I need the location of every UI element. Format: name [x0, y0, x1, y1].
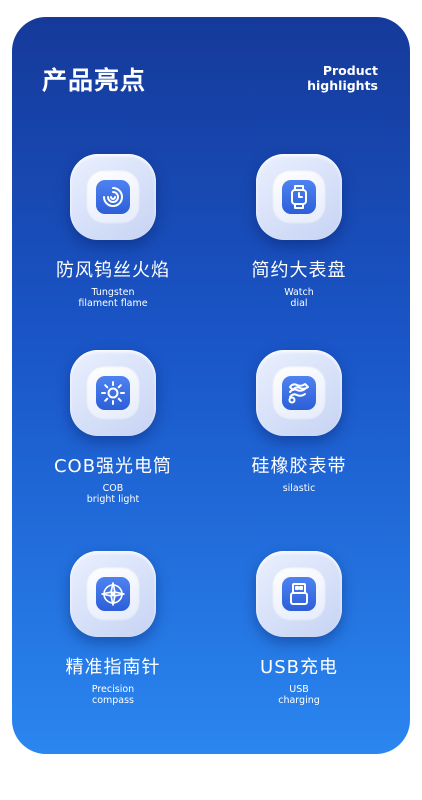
feature-title: 简约大表盘	[251, 260, 347, 281]
feature-title: 防风钨丝火焰	[56, 260, 170, 281]
feature-subtitle-line-2: dial	[290, 298, 308, 309]
icon-tile	[70, 350, 156, 436]
feature-subtitle-line-1: Watch	[284, 287, 314, 298]
feature-watch-dial: 简约大表盘 Watch dial	[214, 154, 384, 309]
swirl-flame-icon	[103, 187, 123, 207]
subtitle-line-1: Product	[322, 63, 378, 78]
feature-subtitle: silastic	[214, 483, 384, 494]
feature-subtitle: Precision compass	[28, 684, 198, 706]
icon-tile	[256, 154, 342, 240]
feature-title: 硅橡胶表带	[251, 456, 347, 477]
subtitle-line-2: highlights	[307, 78, 378, 93]
feature-subtitle-line-1: USB	[289, 684, 309, 695]
feature-title: USB充电	[260, 657, 338, 678]
page-subtitle: Product highlights	[307, 63, 378, 93]
feature-silicone-strap: 硅橡胶表带 silastic	[214, 350, 384, 494]
watch-icon	[291, 185, 307, 209]
feature-subtitle: COB bright light	[28, 483, 198, 505]
page-title: 产品亮点	[42, 66, 147, 95]
icon-tile	[70, 551, 156, 637]
feature-subtitle: USB charging	[214, 684, 384, 706]
icon-tile	[256, 350, 342, 436]
feature-subtitle-line-1: silastic	[282, 483, 316, 494]
feature-cob-light: COB强光电筒 COB bright light	[28, 350, 198, 505]
feature-subtitle: Watch dial	[214, 287, 384, 309]
usb-icon	[290, 583, 308, 605]
feature-subtitle: Tungsten filament flame	[28, 287, 198, 309]
strap-roll-icon	[288, 383, 309, 404]
feature-subtitle-line-2: charging	[278, 695, 320, 706]
compass-icon	[101, 582, 125, 606]
feature-title: COB强光电筒	[53, 456, 173, 477]
feature-compass: 精准指南针 Precision compass	[28, 551, 198, 706]
icon-tile	[70, 154, 156, 240]
feature-subtitle-line-1: COB	[102, 483, 124, 494]
sun-light-icon	[101, 381, 125, 405]
feature-subtitle-line-1: Tungsten	[91, 287, 135, 298]
feature-subtitle-line-2: bright light	[86, 494, 140, 505]
feature-title: 精准指南针	[65, 657, 161, 678]
feature-usb-charging: USB充电 USB charging	[214, 551, 384, 706]
feature-subtitle-line-2: compass	[91, 695, 135, 706]
icon-tile	[256, 551, 342, 637]
feature-subtitle-line-1: Precision	[91, 684, 135, 695]
feature-subtitle-line-2: filament flame	[78, 298, 148, 309]
product-highlights-card: 产品亮点 Product highlights 防风钨丝火焰 Tungsten …	[12, 17, 410, 754]
feature-tungsten-flame: 防风钨丝火焰 Tungsten filament flame	[28, 154, 198, 309]
